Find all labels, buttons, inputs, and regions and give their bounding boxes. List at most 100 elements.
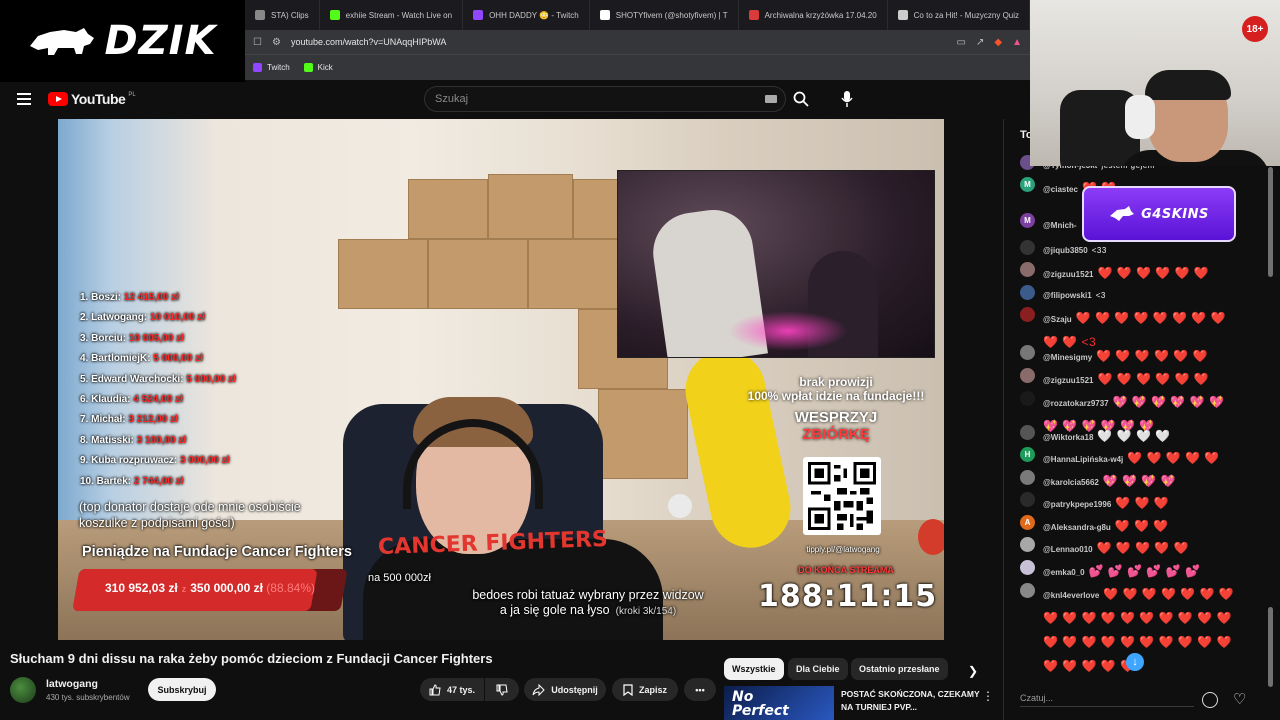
chat-avatar[interactable] <box>1020 537 1035 552</box>
save-button[interactable]: Zapisz <box>612 678 678 701</box>
chat-avatar[interactable] <box>1020 240 1035 255</box>
keyboard-icon[interactable] <box>765 95 777 103</box>
chat-avatar[interactable] <box>1020 492 1035 507</box>
share-button[interactable]: Udostępnij <box>524 678 606 701</box>
heart-reaction-icon[interactable]: ♡ <box>1233 690 1246 708</box>
tab-favicon-icon <box>329 10 340 20</box>
youtube-header: YouTube PL <box>0 82 1003 118</box>
chat-author[interactable]: @HannaLipińska-w4j <box>1043 455 1123 464</box>
cardboard-box <box>528 239 623 309</box>
chat-author[interactable]: @Szaju <box>1043 315 1072 324</box>
browser-tab[interactable]: SHOTYfivem (@shotyfivem) | T <box>590 0 739 30</box>
chat-author[interactable]: @zigzuu1521 <box>1043 270 1093 279</box>
kebab-menu-icon[interactable]: ⋮ <box>982 689 994 703</box>
chat-author[interactable]: @zigzuu1521 <box>1043 376 1093 385</box>
chat-message: @Lennao010 ❤️ ❤️ ❤️ ❤️ ❤️ <box>1020 537 1243 561</box>
emoji-picker-icon[interactable] <box>1202 692 1218 708</box>
chat-avatar[interactable]: M <box>1020 213 1035 228</box>
scrollbar-thumb[interactable] <box>1268 607 1273 687</box>
browser-tab[interactable]: Archiwalna krzyżówka 17.04.20 <box>739 0 888 30</box>
donor-amount: 3 100,00 zł <box>136 434 187 446</box>
bookmark-item[interactable]: Kick <box>303 63 333 72</box>
of-word: z <box>181 584 187 594</box>
chip-all[interactable]: Wszystkie <box>724 658 784 680</box>
donor-name: 2. Latwogang: <box>80 312 148 324</box>
chat-avatar[interactable]: A <box>1020 515 1035 530</box>
scrollbar-thumb[interactable] <box>1268 167 1273 277</box>
donor-row: 2. Latwogang: 10 010,00 zł <box>80 312 236 332</box>
until-end-label: DO KOŃCA STREAMA <box>798 565 894 575</box>
cast-icon[interactable]: ▭ <box>957 37 966 48</box>
chat-message-body: @HannaLipińska-w4j ❤️ ❤️ ❤️ ❤️ ❤️ <box>1043 447 1243 471</box>
more-actions-button[interactable]: ••• <box>684 678 716 701</box>
channel-avatar[interactable] <box>10 677 36 703</box>
video-player[interactable]: CANCER FIGHTERS 1. Boszi: 12 415,00 zł 2.… <box>58 119 944 640</box>
tab-favicon-icon <box>897 10 908 20</box>
chat-avatar[interactable] <box>1020 307 1035 322</box>
brave-shield-icon[interactable]: ◆ <box>994 37 1002 48</box>
browser-tab[interactable]: STA) Clips <box>245 0 320 30</box>
cardboard-box <box>338 239 428 309</box>
share-icon[interactable]: ↗ <box>976 37 984 48</box>
promo-line-2: 100% wpłat idzie na fundacje!!! <box>747 389 925 403</box>
tab-label: exhiie Stream - Watch Live on <box>345 10 453 20</box>
caption-line-2-text: a ja się gole na łyso <box>499 603 610 617</box>
chat-author[interactable]: @patrykpepe1996 <box>1043 500 1111 509</box>
menu-icon[interactable] <box>17 93 31 105</box>
address-url[interactable]: youtube.com/watch?v=UNAqqHIPbWA <box>291 37 947 47</box>
chat-avatar[interactable] <box>1020 560 1035 575</box>
chat-avatar[interactable] <box>1020 285 1035 300</box>
browser-tab[interactable]: exhiie Stream - Watch Live on <box>320 0 464 30</box>
chat-input[interactable] <box>1020 689 1194 707</box>
recommended-thumbnail[interactable]: No Perfect <box>724 686 834 720</box>
chat-author[interactable]: @Mnich- <box>1043 221 1077 230</box>
chat-avatar[interactable] <box>1020 345 1035 360</box>
dislike-button[interactable] <box>485 678 519 701</box>
search-box[interactable] <box>424 86 786 112</box>
goal-amount: 350 000,00 zł <box>190 581 263 595</box>
chat-author[interactable]: @Minesigmy <box>1043 353 1092 362</box>
chat-text: ❤️ ❤️ ❤️ <box>1114 519 1169 533</box>
chat-avatar[interactable] <box>1020 425 1035 440</box>
donor-row: 10. Bartek: 2 744,00 zł <box>80 476 236 496</box>
subscribe-button[interactable]: Subskrybuj <box>148 678 216 701</box>
search-input[interactable] <box>435 93 765 105</box>
chat-author[interactable]: @Aleksandra-g8u <box>1043 523 1111 532</box>
chat-author[interactable]: @filipowski1 <box>1043 291 1092 300</box>
chat-avatar[interactable] <box>1020 391 1035 406</box>
chat-author[interactable]: @Wiktorka18 <box>1043 433 1093 442</box>
bookmark-icon[interactable]: ☐ <box>253 37 262 48</box>
chip-recently-uploaded[interactable]: Ostatnio przesłane <box>851 658 948 680</box>
chat-avatar[interactable]: H <box>1020 447 1035 462</box>
rewards-icon[interactable]: ▲ <box>1012 37 1022 48</box>
chat-avatar[interactable] <box>1020 470 1035 485</box>
youtube-logo[interactable]: YouTube PL <box>48 91 136 107</box>
chat-avatar[interactable] <box>1020 368 1035 383</box>
channel-name[interactable]: latwogang <box>46 678 98 690</box>
donate-cta: WESPRZYJ ZBIÓRKĘ <box>736 409 936 443</box>
chat-author[interactable]: @knl4everlove <box>1043 591 1099 600</box>
chat-author[interactable]: @emka0_0 <box>1043 568 1085 577</box>
bookmark-item[interactable]: Twitch <box>253 63 290 72</box>
chat-author[interactable]: @Lennao010 <box>1043 545 1093 554</box>
voice-search-button[interactable] <box>832 86 862 112</box>
browser-tab[interactable]: Co to za Hit! - Muzyczny Quiz <box>888 0 1030 30</box>
chat-author[interactable]: @jiqub3850 <box>1043 246 1088 255</box>
search-button[interactable] <box>786 86 816 112</box>
chat-author[interactable]: @ciastec <box>1043 185 1078 194</box>
browser-tab[interactable]: OHH DADDY 😳 - Twitch <box>463 0 590 30</box>
chat-avatar[interactable] <box>1020 583 1035 598</box>
chat-avatar[interactable] <box>1020 262 1035 277</box>
recommended-title[interactable]: POSTAĆ SKOŃCZONA, CZEKAMY NA TURNIEJ PVP… <box>841 688 981 714</box>
chat-author[interactable]: @karolcia5662 <box>1043 478 1099 487</box>
like-button[interactable]: 47 tys. <box>420 678 484 701</box>
chat-author[interactable]: @rozatokarz9737 <box>1043 399 1109 408</box>
chip-for-you[interactable]: Dla Ciebie <box>788 658 848 680</box>
donor-amount: 5 000,00 zł <box>186 373 236 385</box>
scroll-to-bottom-icon[interactable]: ↓ <box>1126 653 1144 671</box>
chat-avatar[interactable]: M <box>1020 177 1035 192</box>
site-info-icon[interactable]: ⚙ <box>272 37 281 48</box>
chat-scrollbar[interactable] <box>1268 159 1274 687</box>
chevron-right-icon[interactable]: ❯ <box>968 664 978 678</box>
boar-icon <box>30 28 95 55</box>
